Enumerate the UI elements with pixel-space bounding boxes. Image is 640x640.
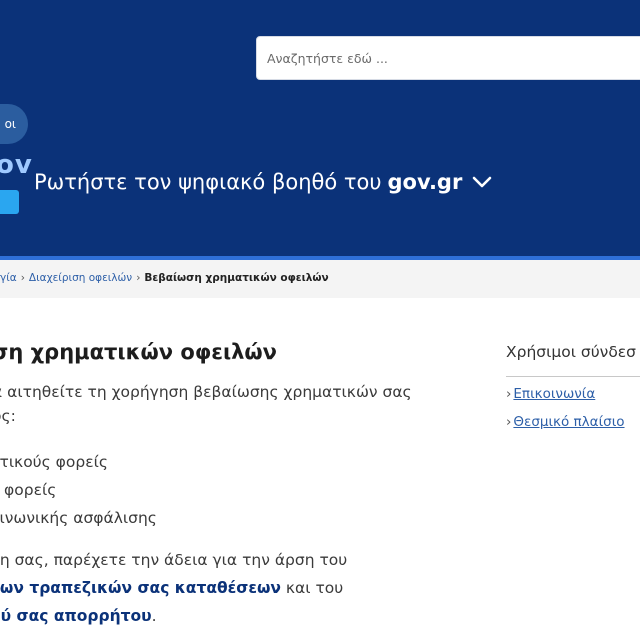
chevron-right-icon: › — [506, 386, 512, 402]
consent-line: ού σας απορρήτου. — [0, 602, 347, 630]
language-toggle-label: οι — [4, 117, 16, 131]
gov-logo-mark — [0, 190, 19, 214]
link-contact-label: Επικοινωνία — [513, 386, 596, 402]
consent-line: των τραπεζικών σας καταθέσεων και του — [0, 574, 347, 602]
assistant-prefix: Ρωτήστε τον ψηφιακό βοηθό του — [34, 170, 382, 194]
gov-logo[interactable]: ov — [0, 150, 33, 180]
consent-text: . — [151, 607, 157, 625]
consent-line: ση σας, παρέχετε την άδεια για την άρση … — [0, 551, 348, 569]
breadcrumb-current: Βεβαίωση χρηματικών οφειλών — [144, 272, 329, 284]
link-legal-framework[interactable]: › Θεσμικό πλαίσιο — [506, 414, 625, 430]
list-item: οινωνικής ασφάλισης — [0, 509, 157, 527]
page-title: ση χρηματικών οφειλών — [0, 340, 277, 364]
consent-text: και του — [281, 579, 344, 597]
assistant-brand: gov.gr — [387, 170, 463, 194]
recipient-list: οτικούς φορείς ς φορείς οινωνικής ασφάλι… — [0, 448, 157, 532]
list-item: ς φορείς — [0, 481, 57, 499]
search-input[interactable] — [257, 37, 640, 79]
consent-paragraph: ση σας, παρέχετε την άδεια για την άρση … — [0, 546, 347, 630]
breadcrumb-separator-icon: › — [136, 272, 141, 284]
link-legal-framework-label: Θεσμικό πλαίσιο — [513, 414, 625, 430]
chevron-right-icon: › — [506, 414, 512, 430]
search-box[interactable] — [256, 36, 640, 80]
intro-line: α αιτηθείτε τη χορήγηση βεβαίωσης χρηματ… — [0, 383, 412, 401]
useful-links-title: Χρήσιμοι σύνδεσ — [506, 343, 637, 361]
breadcrumb-item-home[interactable]: γία — [0, 272, 17, 284]
intro-paragraph: α αιτηθείτε τη χορήγηση βεβαίωσης χρηματ… — [0, 380, 412, 428]
link-contact[interactable]: › Επικοινωνία — [506, 386, 595, 402]
chevron-down-icon — [473, 176, 492, 188]
list-item: οτικούς φορείς — [0, 453, 108, 471]
digital-assistant-toggle[interactable]: Ρωτήστε τον ψηφιακό βοηθό του gov.gr — [34, 170, 492, 194]
breadcrumb: γία › Διαχείριση οφειλών › Βεβαίωση χρημ… — [0, 272, 329, 284]
secrecy-emphasis: ού σας απορρήτου — [0, 607, 152, 625]
breadcrumb-separator-icon: › — [20, 272, 25, 284]
intro-line: ος: — [0, 407, 16, 425]
breadcrumb-item-debt-management[interactable]: Διαχείριση οφειλών — [29, 272, 132, 284]
bank-deposits-emphasis: των τραπεζικών σας καταθέσεων — [0, 579, 281, 597]
useful-links-divider — [506, 376, 640, 377]
